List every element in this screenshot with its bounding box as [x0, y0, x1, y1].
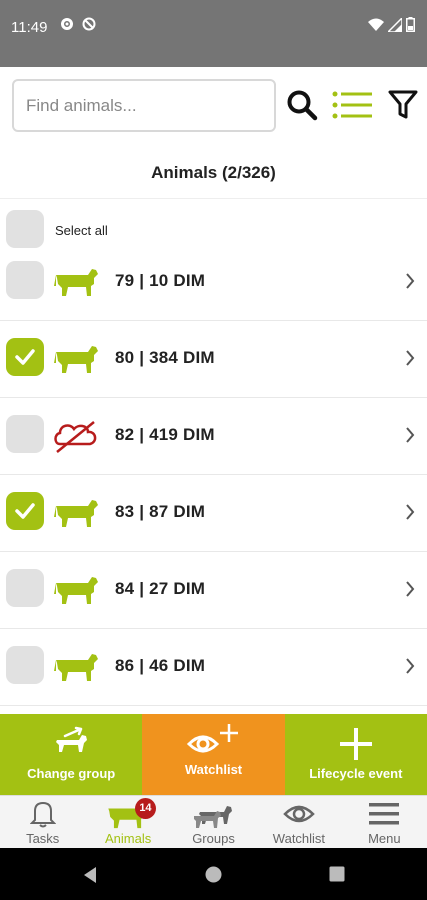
select-all-label: Select all [55, 223, 108, 238]
nav-animals[interactable]: 14 Animals [85, 796, 170, 848]
animal-row[interactable]: 79 | 10 DIM [0, 244, 427, 321]
lifecycle-event-label: Lifecycle event [309, 766, 403, 781]
search-icon[interactable] [286, 89, 318, 126]
wifi-icon [368, 18, 384, 37]
signal-icon [386, 15, 403, 37]
animals-count-badge: 14 [134, 798, 156, 819]
bell-icon [0, 800, 85, 828]
system-navigation-bar [0, 848, 427, 900]
animal-row[interactable]: 83 | 87 DIM [0, 475, 427, 552]
animal-label: 84 | 27 DIM [115, 579, 206, 598]
chevron-right-icon [405, 657, 415, 680]
status-bar: 11:49 [0, 0, 427, 67]
animal-row[interactable]: 82 | 419 DIM [0, 398, 427, 475]
change-group-button[interactable]: Change group [0, 714, 143, 795]
lifecycle-event-button[interactable]: Lifecycle event [284, 714, 427, 795]
search-box [12, 79, 276, 132]
animal-list: 79 | 10 DIM 80 | 384 DIM 82 | 419 DIM 83… [0, 244, 427, 706]
nav-menu-label: Menu [368, 831, 401, 846]
animal-row[interactable]: 86 | 46 DIM [0, 629, 427, 706]
search-toolbar [0, 67, 427, 147]
chevron-right-icon [405, 426, 415, 449]
bottom-navigation: Tasks 14 Animals Groups Watchlist Menu [0, 795, 427, 848]
cow-icon [54, 574, 100, 611]
row-checkbox[interactable] [6, 646, 44, 684]
animal-row[interactable]: 80 | 384 DIM [0, 321, 427, 398]
chevron-right-icon [405, 503, 415, 526]
chevron-right-icon [405, 272, 415, 295]
nav-groups-label: Groups [192, 831, 235, 846]
nav-tasks-label: Tasks [26, 831, 60, 846]
data-saver-icon [82, 17, 96, 36]
change-group-label: Change group [27, 766, 116, 781]
eye-icon [256, 802, 341, 826]
back-icon[interactable] [82, 866, 98, 889]
battery-icon [406, 17, 415, 37]
dry-cow-icon [54, 420, 100, 459]
chevron-right-icon [405, 349, 415, 372]
row-checkbox-checked[interactable] [6, 338, 44, 376]
nav-watchlist-label: Watchlist [272, 831, 326, 846]
animal-label: 79 | 10 DIM [115, 271, 206, 290]
row-checkbox[interactable] [6, 569, 44, 607]
filter-icon[interactable] [388, 89, 418, 126]
nav-menu[interactable]: Menu [342, 796, 427, 848]
cow-icon [54, 343, 100, 380]
add-to-watchlist-icon [142, 722, 284, 762]
nav-animals-label: Animals [104, 831, 152, 846]
plus-icon [285, 726, 427, 762]
cow-icon [54, 497, 100, 534]
chevron-right-icon [405, 580, 415, 603]
cow-icon [54, 651, 100, 688]
groups-icon [171, 800, 256, 830]
status-time: 11:49 [11, 19, 48, 36]
change-group-icon [0, 726, 142, 758]
animal-label: 82 | 419 DIM [115, 425, 215, 444]
recents-icon[interactable] [329, 866, 345, 887]
search-input[interactable] [14, 81, 274, 130]
row-checkbox[interactable] [6, 261, 44, 299]
hamburger-menu-icon [342, 802, 427, 826]
row-checkbox[interactable] [6, 415, 44, 453]
watchlist-action-label: Watchlist [184, 762, 243, 777]
watchlist-add-button[interactable]: Watchlist [142, 714, 285, 795]
nav-watchlist[interactable]: Watchlist [256, 796, 341, 848]
home-icon[interactable] [205, 866, 222, 888]
nav-groups[interactable]: Groups [171, 796, 256, 848]
animal-label: 83 | 87 DIM [115, 502, 206, 521]
select-all-checkbox[interactable] [6, 210, 44, 248]
nav-tasks[interactable]: Tasks [0, 796, 85, 848]
cow-icon [85, 800, 170, 830]
action-bar: Change group Watchlist Lifecycle event [0, 714, 427, 795]
list-title: Animals (2/326) [0, 147, 427, 199]
animal-label: 80 | 384 DIM [115, 348, 215, 367]
settings-gear-icon [60, 17, 74, 36]
animal-label: 86 | 46 DIM [115, 656, 206, 675]
row-checkbox-checked[interactable] [6, 492, 44, 530]
list-view-icon[interactable] [332, 91, 372, 124]
cow-icon [54, 266, 100, 303]
animal-row[interactable]: 84 | 27 DIM [0, 552, 427, 629]
